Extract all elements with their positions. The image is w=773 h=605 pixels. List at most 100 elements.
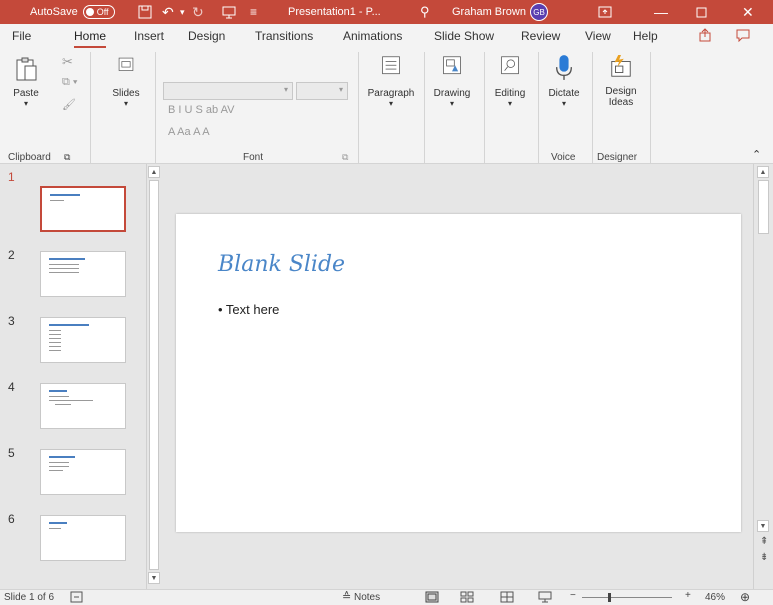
start-slideshow-icon[interactable]: [222, 0, 236, 24]
ribbon-display-options-icon[interactable]: [598, 0, 612, 24]
slide-thumbnail-4[interactable]: [40, 383, 126, 429]
scroll-thumb[interactable]: [758, 180, 769, 234]
thumb-text-line: [49, 342, 61, 343]
comments-icon[interactable]: [736, 28, 750, 45]
editing-button[interactable]: Editing ▾: [488, 56, 532, 108]
format-painter-icon[interactable]: 🖌: [62, 98, 76, 111]
tab-help[interactable]: Help: [633, 29, 658, 43]
slides-button[interactable]: Slides ▾: [110, 56, 142, 108]
thumb-text-line: [49, 528, 61, 529]
copy-icon[interactable]: ⧉ ▾: [62, 76, 78, 89]
drawing-button[interactable]: Drawing ▾: [428, 56, 476, 108]
zoom-slider[interactable]: [582, 597, 672, 598]
dictate-button[interactable]: Dictate ▾: [541, 54, 587, 108]
find-icon: [501, 56, 519, 75]
tab-home[interactable]: Home: [74, 29, 107, 48]
scroll-thumb[interactable]: [149, 180, 159, 570]
slide-thumbnail-3[interactable]: [40, 317, 126, 363]
fit-to-window-icon[interactable]: ⊕: [740, 590, 750, 604]
next-slide-icon[interactable]: ⇟: [760, 552, 768, 563]
scroll-down-arrow-icon[interactable]: ▼: [148, 572, 160, 584]
previous-slide-icon[interactable]: ⇞: [760, 536, 768, 547]
save-icon[interactable]: [138, 0, 152, 24]
slide-thumbnail-5[interactable]: [40, 449, 126, 495]
close-icon[interactable]: ✕: [742, 0, 754, 24]
font-name-box[interactable]: ▾: [163, 82, 293, 100]
slide-scrollbar[interactable]: ▲ ▼ ⇞ ⇟: [753, 164, 773, 589]
scroll-up-arrow-icon[interactable]: ▲: [757, 166, 769, 178]
thumb-text-line: [49, 338, 61, 339]
drawing-label: Drawing: [433, 88, 471, 99]
slide-thumbnail-1[interactable]: [40, 186, 126, 232]
drawing-dropdown-icon: ▾: [449, 99, 454, 108]
thumb-text-line: [49, 462, 69, 463]
spelling-check-icon[interactable]: [70, 591, 83, 605]
zoom-level[interactable]: 46%: [705, 592, 725, 603]
collapse-ribbon-icon[interactable]: ⌃: [752, 148, 761, 161]
design-ideas-label-1: Design: [605, 86, 637, 97]
thumbnail-number: 5: [8, 446, 15, 460]
clipboard-launcher-icon[interactable]: ⧉: [64, 152, 70, 163]
slides-label: Slides: [112, 88, 140, 99]
autosave-toggle[interactable]: Off: [82, 5, 115, 19]
paste-label: Paste: [13, 88, 39, 99]
slide-bullet-text[interactable]: • Text here: [218, 302, 279, 317]
thumb-title-line: [49, 522, 67, 524]
scroll-down-arrow-icon[interactable]: ▼: [757, 520, 769, 532]
avatar[interactable]: GB: [530, 3, 548, 21]
thumb-text-line: [49, 330, 61, 331]
font-size-box[interactable]: ▾: [296, 82, 348, 100]
dictate-label: Dictate: [548, 88, 580, 99]
font-launcher-icon[interactable]: ⧉: [342, 152, 348, 163]
tab-file[interactable]: File: [12, 29, 31, 43]
tab-insert[interactable]: Insert: [134, 29, 164, 43]
tab-animations[interactable]: Animations: [343, 29, 402, 43]
thumbnail-number: 3: [8, 314, 15, 328]
separator: [650, 52, 651, 164]
autosave-state: Off: [96, 7, 109, 17]
slide-title[interactable]: Blank Slide: [218, 252, 345, 277]
maximize-icon[interactable]: [696, 0, 707, 24]
user-name[interactable]: Graham Brown: [452, 0, 526, 24]
tab-slide-show[interactable]: Slide Show: [434, 29, 494, 43]
minimize-icon[interactable]: —: [654, 0, 668, 24]
thumbnail-number: 6: [8, 512, 15, 526]
notes-label: Notes: [354, 592, 381, 603]
undo-icon[interactable]: ↶: [162, 0, 174, 24]
zoom-in-icon[interactable]: +: [685, 590, 691, 601]
thumbnail-number: 4: [8, 380, 15, 394]
zoom-slider-thumb[interactable]: [608, 593, 611, 602]
font-color-row[interactable]: A Aa A A: [168, 126, 210, 138]
slide-sorter-icon[interactable]: [460, 591, 474, 605]
tab-view[interactable]: View: [585, 29, 611, 43]
separator: [90, 52, 91, 164]
search-icon[interactable]: ⚲: [420, 0, 430, 24]
notes-button[interactable]: ≙ Notes: [342, 590, 380, 603]
redo-icon[interactable]: ↻: [192, 0, 204, 24]
thumbnails-scrollbar[interactable]: ▲ ▼: [146, 164, 162, 589]
status-bar: Slide 1 of 6 ≙ Notes − + 46% ⊕: [0, 589, 773, 605]
scroll-up-arrow-icon[interactable]: ▲: [148, 166, 160, 178]
undo-dropdown-icon[interactable]: ▾: [180, 0, 185, 24]
zoom-out-icon[interactable]: −: [570, 590, 576, 601]
tab-review[interactable]: Review: [521, 29, 560, 43]
share-icon[interactable]: [698, 28, 712, 45]
reading-view-icon[interactable]: [500, 591, 514, 605]
paste-button[interactable]: Paste ▾: [8, 56, 44, 108]
thumb-title-line: [49, 324, 89, 326]
slide-thumbnail-2[interactable]: [40, 251, 126, 297]
cut-icon[interactable]: ✂: [62, 54, 73, 70]
tab-transitions[interactable]: Transitions: [255, 29, 313, 43]
thumb-text-line: [49, 334, 61, 335]
normal-view-icon[interactable]: [425, 591, 439, 605]
customize-toolbar-icon[interactable]: ≡: [250, 0, 257, 24]
paste-dropdown-icon: ▾: [23, 99, 28, 108]
font-format-row[interactable]: B I U S ab AV: [168, 104, 234, 116]
tab-design[interactable]: Design: [188, 29, 225, 43]
design-ideas-button[interactable]: Design Ideas: [596, 54, 646, 108]
slide-thumbnail-6[interactable]: [40, 515, 126, 561]
current-slide[interactable]: Blank Slide • Text here: [176, 214, 741, 532]
paragraph-button[interactable]: Paragraph ▾: [364, 56, 418, 108]
slide-show-view-icon[interactable]: [538, 591, 552, 605]
autosave[interactable]: AutoSave Off: [30, 0, 115, 24]
